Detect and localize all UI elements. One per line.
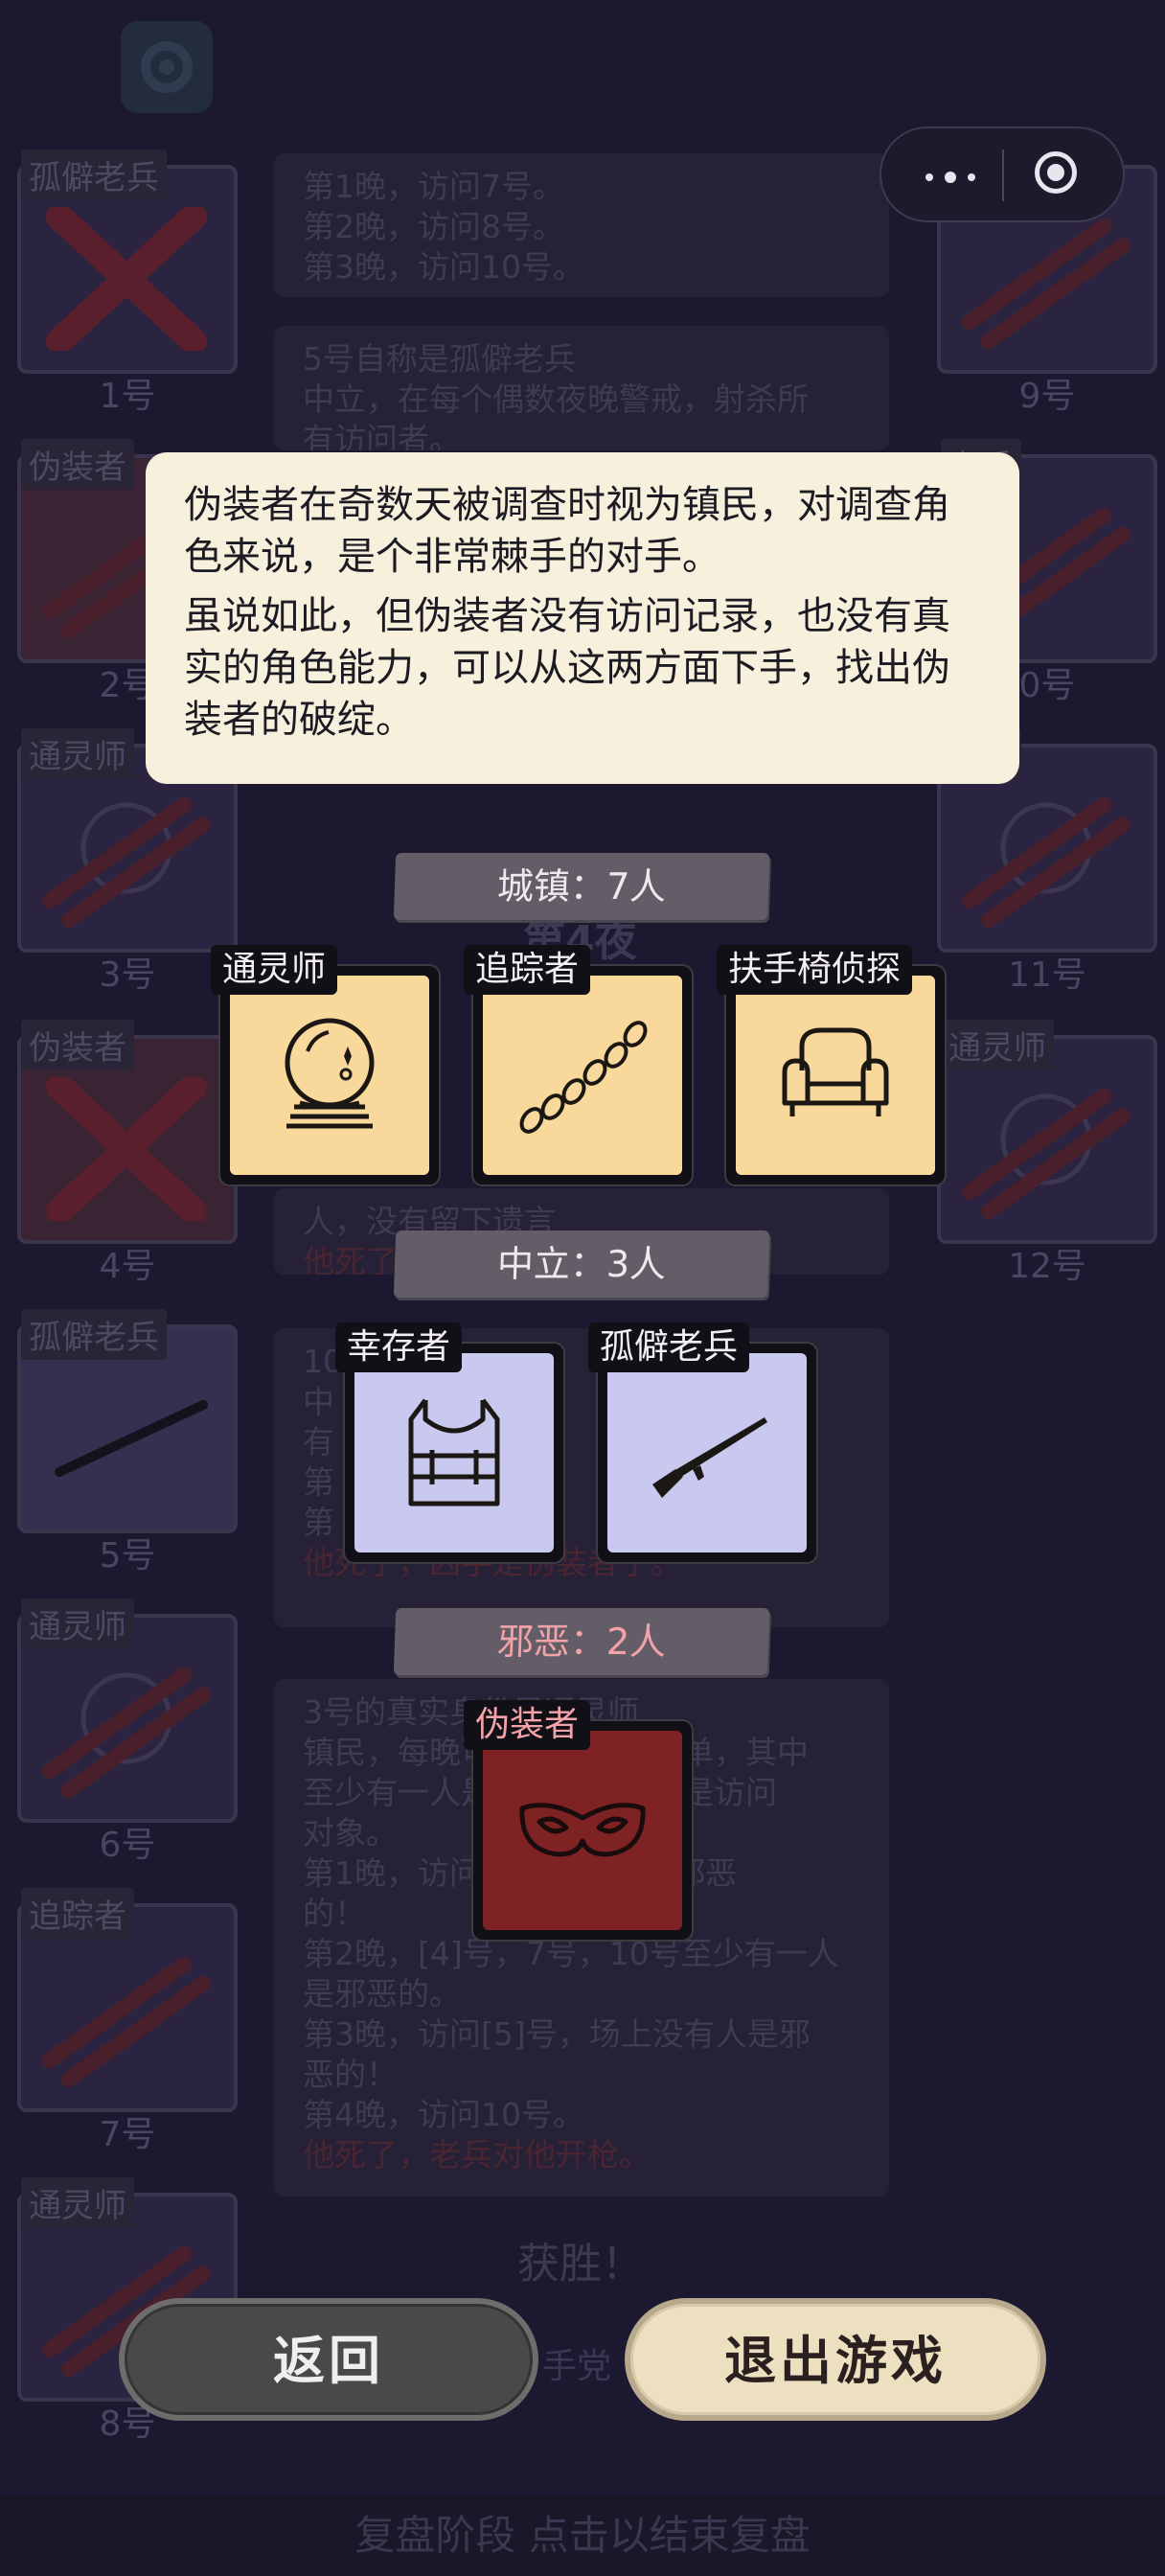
- claw-scar-icon: [962, 797, 1131, 928]
- role-card-paranoid-veteran[interactable]: 孤僻老兵: [588, 1322, 818, 1564]
- quit-game-button[interactable]: 退出游戏: [625, 2298, 1046, 2421]
- player-number: 11号: [1008, 955, 1086, 995]
- tip-paragraph: 伪装者在奇数天被调查时视为镇民，对调查角色来说，是个非常棘手的对手。: [184, 483, 950, 579]
- player-number: 7号: [99, 2115, 156, 2154]
- log-line: 恶的！: [303, 2056, 398, 2093]
- log-line: 有访问者。: [303, 421, 461, 450]
- role-card-armchair-detective[interactable]: 扶手椅侦探: [717, 945, 947, 1186]
- role-card-disguiser[interactable]: 伪装者: [464, 1700, 694, 1942]
- player-role: 伪装者: [21, 1020, 134, 1070]
- claw-scar-icon: [962, 1089, 1131, 1219]
- player-role: 孤僻老兵: [21, 150, 167, 200]
- player-role: 追踪者: [21, 1888, 134, 1939]
- role-tip-box: 伪装者在奇数天被调查时视为镇民，对调查角色来说，是个非常棘手的对手。 虽说如此，…: [146, 452, 1019, 784]
- side-text: 手党: [542, 2347, 612, 2386]
- capsule-divider: [1002, 150, 1004, 201]
- player-number: 4号: [99, 1247, 156, 1286]
- log-line: 中立，在每个偶数夜晚警戒，射杀所: [303, 380, 809, 418]
- rifle-icon: [652, 1417, 767, 1498]
- role-card-survivor[interactable]: 幸存者: [335, 1322, 565, 1564]
- player-number: 3号: [99, 955, 156, 995]
- log-line: 是邪恶的。: [303, 1975, 461, 2012]
- tip-paragraph: 虽说如此，但伪装者没有访问记录，也没有真实的角色能力，可以从这两方面下手，找出伪…: [184, 594, 950, 742]
- more-options-icon[interactable]: [925, 155, 1002, 194]
- player-card-1[interactable]: 孤僻老兵 1号: [17, 150, 238, 416]
- role-name: 扶手椅侦探: [717, 945, 913, 995]
- player-number: 12号: [1008, 1247, 1086, 1286]
- crystal-ball-icon: [285, 1018, 375, 1129]
- death-line: 他死了，老兵对他开枪。: [303, 2136, 651, 2174]
- eliminated-x-icon: [46, 207, 207, 351]
- claw-scar-icon: [962, 218, 1131, 349]
- town-faction-header: 城镇：7人: [393, 853, 770, 920]
- role-card-tracker[interactable]: 追踪者: [464, 945, 694, 1186]
- claw-scar-icon: [42, 797, 211, 928]
- log-line: 第3晚，访问[5]号，场上没有人是邪: [303, 2015, 811, 2053]
- back-button[interactable]: 返回: [119, 2298, 538, 2421]
- claw-scar-icon: [42, 1957, 211, 2087]
- player-card-7[interactable]: 追踪者 7号: [17, 1888, 238, 2154]
- player-role: 通灵师: [941, 1020, 1054, 1070]
- log-line: 5号自称是孤僻老兵: [303, 340, 576, 378]
- player-number: 6号: [99, 1826, 156, 1865]
- player-role: 通灵师: [21, 1598, 134, 1649]
- player-card-5[interactable]: 孤僻老兵 5号: [17, 1309, 238, 1576]
- eliminated-x-icon: [46, 1077, 207, 1221]
- mask-icon: [519, 1803, 646, 1857]
- armchair-icon: [782, 1027, 889, 1116]
- night-log-box: 第1晚，访问7号。 第2晚，访问8号。 第3晚，访问10号。: [274, 153, 889, 297]
- role-name: 幸存者: [335, 1322, 463, 1372]
- player-card-12[interactable]: 通灵师 12号: [937, 1020, 1157, 1286]
- rifle-icon: [55, 1400, 208, 1477]
- player-number: 1号: [99, 377, 156, 416]
- player-role: 通灵师: [21, 728, 134, 779]
- log-line: 第2晚，访问8号。: [303, 208, 564, 245]
- evil-faction-header: 邪恶：2人: [393, 1608, 770, 1675]
- claw-scar-icon: [42, 1668, 211, 1798]
- log-line: 第4晚，访问10号。: [303, 2096, 584, 2133]
- role-name: 伪装者: [464, 1700, 591, 1750]
- log-line: 第1晚，访问7号。: [303, 168, 564, 205]
- footprints-icon: [519, 1021, 648, 1134]
- player-role: 伪装者: [21, 439, 134, 490]
- night-log-box: 5号自称是孤僻老兵 中立，在每个偶数夜晚警戒，射杀所 有访问者。: [274, 326, 889, 450]
- mini-program-capsule: [879, 126, 1125, 222]
- player-role: 通灵师: [21, 2177, 134, 2228]
- vest-icon: [408, 1398, 500, 1506]
- role-card-medium[interactable]: 通灵师: [211, 945, 441, 1186]
- role-name: 通灵师: [211, 945, 338, 995]
- player-card-6[interactable]: 通灵师 6号: [17, 1598, 238, 1865]
- player-role: 孤僻老兵: [21, 1309, 167, 1360]
- win-text: 获胜！: [517, 2240, 644, 2288]
- player-card-4[interactable]: 伪装者 4号: [17, 1020, 238, 1286]
- player-number: 5号: [99, 1536, 156, 1576]
- review-phase-bar[interactable]: 复盘阶段 点击以结束复盘: [0, 2496, 1165, 2576]
- close-miniprogram-icon[interactable]: [1035, 151, 1077, 194]
- settings-gear-icon[interactable]: [121, 21, 213, 113]
- log-line: 第3晚，访问10号。: [303, 248, 584, 286]
- neutral-faction-header: 中立：3人: [393, 1230, 770, 1298]
- role-name: 孤僻老兵: [588, 1322, 750, 1372]
- player-number: 9号: [1018, 377, 1076, 416]
- role-name: 追踪者: [464, 945, 591, 995]
